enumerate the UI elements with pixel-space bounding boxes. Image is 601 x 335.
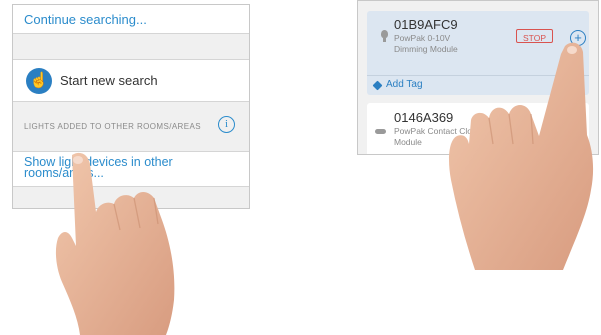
- pointing-hand-icon: ☝: [26, 68, 52, 94]
- toggle-icon: [375, 129, 386, 134]
- continue-searching-link[interactable]: Continue searching...: [24, 12, 147, 27]
- start-new-search-label: Start new search: [60, 73, 158, 88]
- other-rooms-section-header: LIGHTS ADDED TO OTHER ROOMS/AREAS i: [13, 102, 249, 152]
- pointing-hand-right: [449, 42, 594, 270]
- spacer-row: [13, 34, 249, 60]
- info-icon[interactable]: i: [218, 116, 235, 133]
- start-new-search-row[interactable]: ☝ Start new search: [13, 60, 249, 102]
- continue-searching-row[interactable]: Continue searching...: [13, 5, 249, 34]
- add-tag-link[interactable]: Add Tag: [386, 79, 423, 90]
- device-serial: 01B9AFC9: [394, 17, 458, 32]
- section-header-text: LIGHTS ADDED TO OTHER ROOMS/AREAS: [24, 122, 201, 131]
- tag-icon: [372, 80, 383, 91]
- pointing-hand-left: [55, 152, 175, 335]
- bulb-icon: [381, 30, 388, 42]
